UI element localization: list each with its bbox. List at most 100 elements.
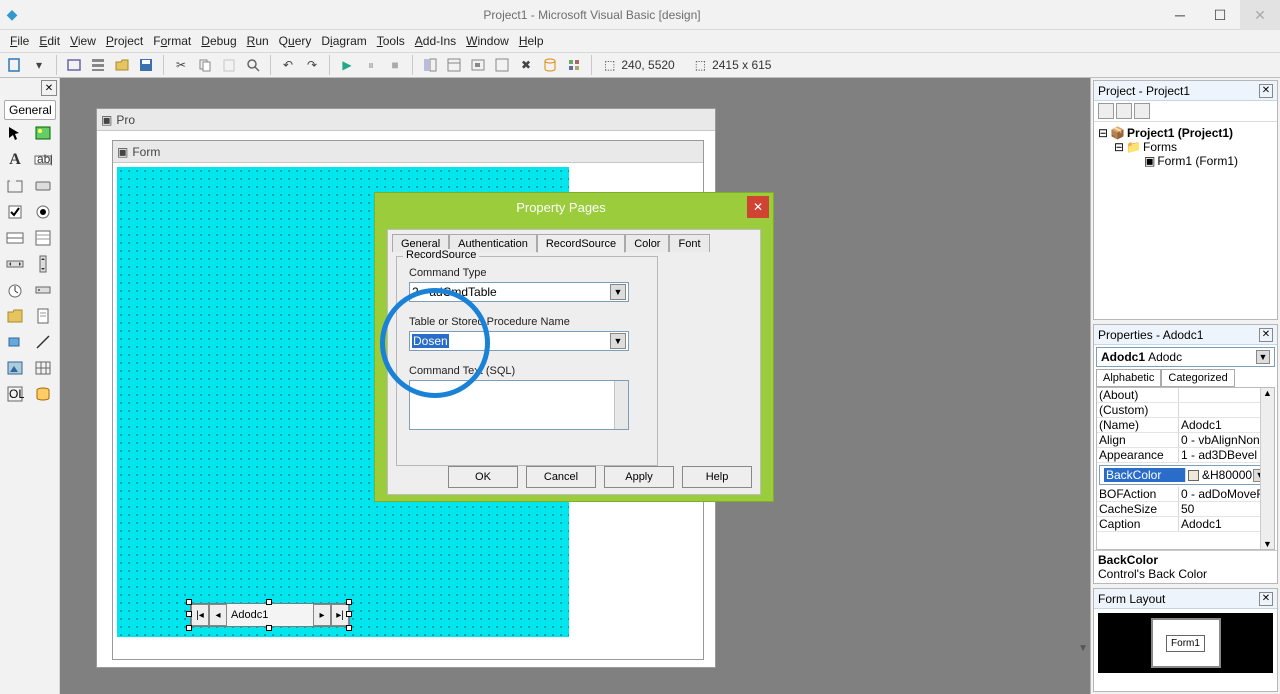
properties-panel-close-button[interactable]: ✕ xyxy=(1259,328,1273,342)
menu-project[interactable]: Project xyxy=(102,32,147,50)
cut-icon[interactable]: ✂ xyxy=(170,54,192,76)
dialog-close-button[interactable]: ✕ xyxy=(747,196,769,218)
properties-window-icon[interactable] xyxy=(443,54,465,76)
view-object-icon[interactable] xyxy=(1116,103,1132,119)
data-view-icon[interactable] xyxy=(539,54,561,76)
menu-query[interactable]: Query xyxy=(275,32,316,50)
property-row[interactable]: CacheSize50 xyxy=(1097,502,1274,517)
project-tree[interactable]: ⊟📦Project1 (Project1) ⊟📁Forms ▣Form1 (Fo… xyxy=(1094,122,1277,172)
menu-diagram[interactable]: Diagram xyxy=(317,32,370,50)
textarea-scrollbar[interactable] xyxy=(614,381,628,429)
scroll-down-icon[interactable]: ▼ xyxy=(1261,539,1274,549)
tool-drivelistbox-icon[interactable] xyxy=(30,278,56,302)
component-manager-icon[interactable] xyxy=(563,54,585,76)
property-value[interactable]: &H80000▼ xyxy=(1186,468,1267,482)
minimize-button[interactable]: ─ xyxy=(1160,0,1200,30)
property-row[interactable]: CaptionAdodc1 xyxy=(1097,517,1274,532)
tree-expand-icon[interactable]: ⊟ xyxy=(1098,126,1108,140)
menu-file[interactable]: File xyxy=(6,32,33,50)
tool-shape-icon[interactable] xyxy=(2,330,28,354)
command-text-textarea[interactable] xyxy=(409,380,629,430)
properties-object-selector[interactable]: Adodc1 Adodc ▼ xyxy=(1096,347,1275,367)
toolbox-icon[interactable]: ✖ xyxy=(515,54,537,76)
close-button[interactable]: ✕ xyxy=(1240,0,1280,30)
menu-edit[interactable]: Edit xyxy=(35,32,64,50)
menu-run[interactable]: Run xyxy=(243,32,273,50)
copy-icon[interactable] xyxy=(194,54,216,76)
undo-icon[interactable]: ↶ xyxy=(277,54,299,76)
menu-addins[interactable]: Add-Ins xyxy=(411,32,460,50)
adodc-first-button[interactable]: |◂ xyxy=(191,604,209,626)
tool-picturebox-icon[interactable] xyxy=(30,122,56,146)
new-project-icon[interactable] xyxy=(4,54,26,76)
property-row[interactable]: BackColor&H80000▼ xyxy=(1099,465,1272,485)
tool-line-icon[interactable] xyxy=(30,330,56,354)
tool-image-icon[interactable] xyxy=(2,356,28,380)
command-type-combo[interactable]: 2 - adCmdTable ▼ xyxy=(409,282,629,302)
tool-checkbox-icon[interactable] xyxy=(2,200,28,224)
find-icon[interactable] xyxy=(242,54,264,76)
property-row[interactable]: (Custom) xyxy=(1097,403,1274,418)
scroll-up-icon[interactable]: ▲ xyxy=(1261,388,1274,398)
tool-label-icon[interactable]: A xyxy=(2,148,28,172)
tool-listbox-icon[interactable] xyxy=(30,226,56,250)
property-row[interactable]: Align0 - vbAlignNone xyxy=(1097,433,1274,448)
tab-categorized[interactable]: Categorized xyxy=(1161,369,1234,387)
tab-recordsource[interactable]: RecordSource xyxy=(537,234,625,253)
toolbox-close-button[interactable]: ✕ xyxy=(41,80,57,96)
maximize-button[interactable]: ☐ xyxy=(1200,0,1240,30)
dropdown-icon[interactable]: ▼ xyxy=(1256,350,1270,364)
menu-debug[interactable]: Debug xyxy=(197,32,240,50)
tab-alphabetic[interactable]: Alphabetic xyxy=(1096,369,1161,387)
property-row[interactable]: Appearance1 - ad3DBevel xyxy=(1097,448,1274,463)
project-panel-close-button[interactable]: ✕ xyxy=(1259,84,1273,98)
tool-adodc-icon[interactable] xyxy=(30,382,56,406)
property-row[interactable]: (Name)Adodc1 xyxy=(1097,418,1274,433)
tool-frame-icon[interactable] xyxy=(2,174,28,198)
properties-list[interactable]: (About)(Custom)(Name)Adodc1Align0 - vbAl… xyxy=(1096,387,1275,550)
menu-tools[interactable]: Tools xyxy=(373,32,409,50)
menu-editor-icon[interactable] xyxy=(87,54,109,76)
view-code-icon[interactable] xyxy=(1098,103,1114,119)
form-layout-close-button[interactable]: ✕ xyxy=(1259,592,1273,606)
form-layout-preview[interactable]: Form1 xyxy=(1098,613,1273,673)
table-name-combo[interactable]: Dosen ▼ xyxy=(409,331,629,351)
dropdown-icon[interactable]: ▼ xyxy=(610,333,626,349)
apply-button[interactable]: Apply xyxy=(604,466,674,488)
tool-ole-icon[interactable]: OLE xyxy=(2,382,28,406)
cancel-button[interactable]: Cancel xyxy=(526,466,596,488)
tool-optionbutton-icon[interactable] xyxy=(30,200,56,224)
menu-view[interactable]: View xyxy=(66,32,100,50)
tool-data-icon[interactable] xyxy=(30,356,56,380)
ok-button[interactable]: OK xyxy=(448,466,518,488)
mdi-scroll-down-icon[interactable]: ▼ xyxy=(1078,643,1088,654)
tab-color[interactable]: Color xyxy=(625,234,669,252)
layout-form-thumbnail[interactable]: Form1 xyxy=(1166,635,1205,652)
tool-combobox-icon[interactable] xyxy=(2,226,28,250)
property-row[interactable]: (About) xyxy=(1097,388,1274,403)
tree-project-root[interactable]: Project1 (Project1) xyxy=(1127,126,1233,140)
adodc-next-button[interactable]: ▸ xyxy=(313,604,331,626)
property-row[interactable]: BOFAction0 - adDoMoveFir xyxy=(1097,487,1274,502)
object-browser-icon[interactable] xyxy=(491,54,513,76)
menu-format[interactable]: Format xyxy=(149,32,195,50)
toggle-folders-icon[interactable] xyxy=(1134,103,1150,119)
adodc-control[interactable]: |◂ ◂ Adodc1 ▸ ▸| xyxy=(190,603,350,627)
project-explorer-icon[interactable] xyxy=(419,54,441,76)
dropdown-icon[interactable]: ▼ xyxy=(610,284,626,300)
tool-dirlistbox-icon[interactable] xyxy=(2,304,28,328)
tree-forms-folder[interactable]: Forms xyxy=(1143,140,1177,154)
tool-commandbutton-icon[interactable] xyxy=(30,174,56,198)
tool-vscrollbar-icon[interactable] xyxy=(30,252,56,276)
tool-hscrollbar-icon[interactable] xyxy=(2,252,28,276)
adodc-prev-button[interactable]: ◂ xyxy=(209,604,227,626)
toolbox-header[interactable]: General xyxy=(4,100,56,120)
redo-icon[interactable]: ↷ xyxy=(301,54,323,76)
tool-timer-icon[interactable] xyxy=(2,278,28,302)
add-form-icon[interactable] xyxy=(63,54,85,76)
save-icon[interactable] xyxy=(135,54,157,76)
tree-form1[interactable]: Form1 (Form1) xyxy=(1157,154,1238,168)
dropdown-icon[interactable]: ▾ xyxy=(28,54,50,76)
form-layout-icon[interactable] xyxy=(467,54,489,76)
menu-window[interactable]: Window xyxy=(462,32,513,50)
